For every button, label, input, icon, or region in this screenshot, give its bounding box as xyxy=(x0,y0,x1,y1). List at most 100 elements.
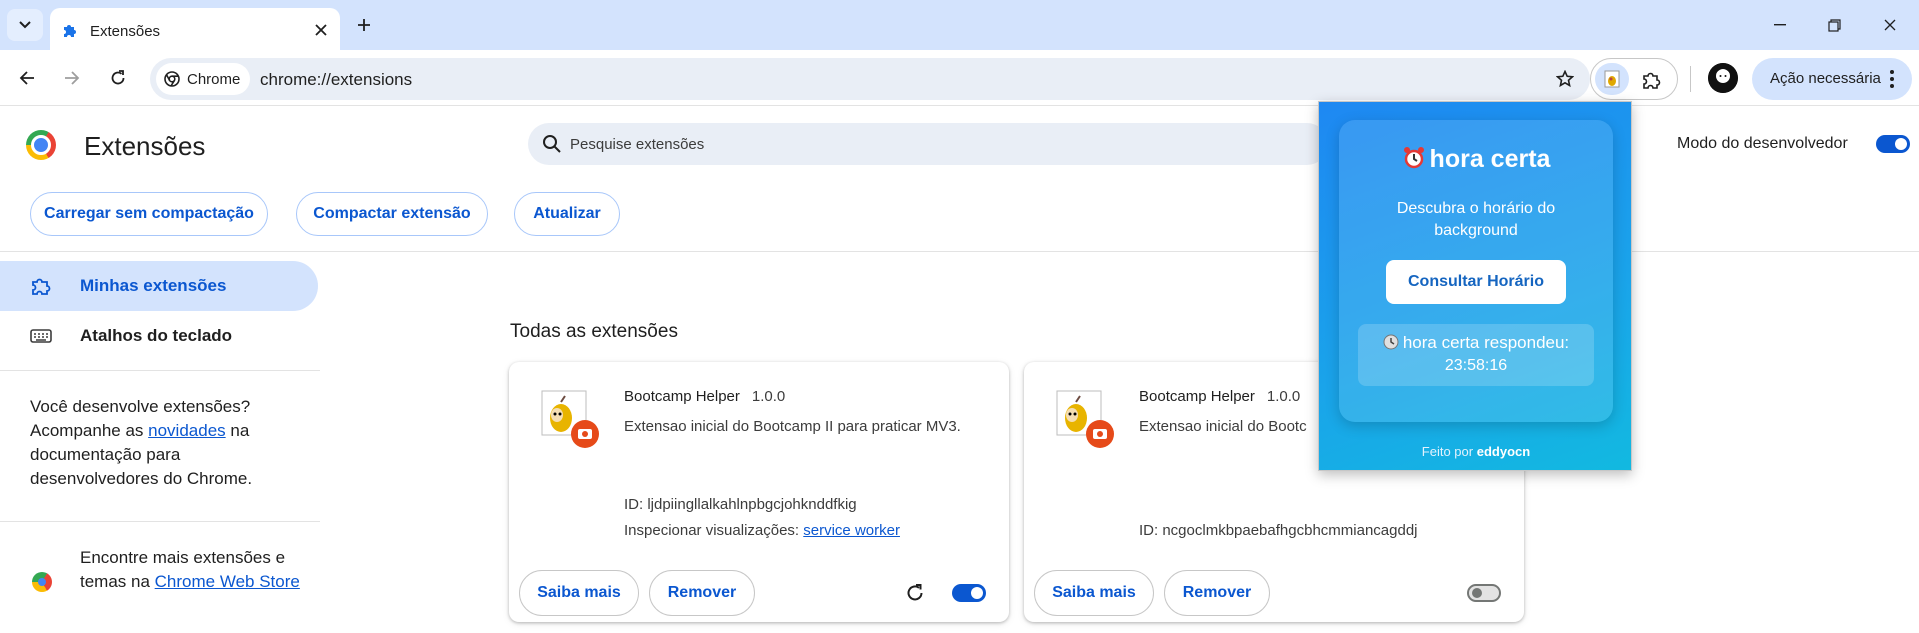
chrome-web-store-link[interactable]: Chrome Web Store xyxy=(155,572,300,591)
time-result: hora certa respondeu: 23:58:16 xyxy=(1358,324,1594,386)
site-chip-label: Chrome xyxy=(187,70,241,88)
extension-name: Bootcamp Helper 1.0.0 xyxy=(1139,388,1300,405)
restore-button[interactable] xyxy=(1814,10,1854,40)
inspect-views-label: Inspecionar visualizações: xyxy=(624,522,800,539)
result-label-text: hora certa respondeu: xyxy=(1402,333,1570,352)
close-icon xyxy=(1884,19,1896,31)
minimize-icon xyxy=(1774,24,1786,26)
tab-strip: Extensões xyxy=(0,0,1919,50)
load-unpacked-button[interactable]: Carregar sem compactação xyxy=(30,192,268,236)
result-time: 23:58:16 xyxy=(1444,357,1508,374)
extension-description: Extensao inicial do Bootc xyxy=(1139,418,1307,435)
developer-note: Você desenvolve extensões? Acompanhe as … xyxy=(30,395,300,491)
clock-icon xyxy=(1383,334,1399,350)
chevron-down-icon xyxy=(19,21,31,29)
popup-footer: Feito por eddyocn xyxy=(1319,444,1633,459)
plus-icon xyxy=(358,19,370,31)
restore-icon xyxy=(1827,18,1841,32)
footer-author: eddyocn xyxy=(1476,444,1531,459)
extension-icon xyxy=(1604,70,1620,88)
action-required-label: Ação necessária xyxy=(1770,70,1881,87)
extension-popup: hora certa Descubra o horário do backgro… xyxy=(1318,101,1632,471)
web-store-note: Encontre mais extensões e temas na Chrom… xyxy=(80,546,300,594)
dev-mode-toggle[interactable] xyxy=(1876,135,1910,153)
details-button[interactable]: Saiba mais xyxy=(1034,570,1154,616)
popup-title-text: hora certa xyxy=(1429,145,1551,173)
address-bar[interactable]: Chrome chrome://extensions xyxy=(150,58,1590,100)
sidebar-item-label: Minhas extensões xyxy=(80,276,227,295)
news-link[interactable]: novidades xyxy=(148,421,226,440)
details-button[interactable]: Saiba mais xyxy=(519,570,639,616)
sidebar-divider xyxy=(0,521,320,522)
extension-card: Bootcamp Helper 1.0.0 Extensao inicial do… xyxy=(509,362,1009,622)
footer-prefix: Feito por xyxy=(1421,444,1474,459)
extensions-icon xyxy=(30,275,52,297)
sidebar-item-label: Atalhos do teclado xyxy=(80,326,233,345)
popup-title: hora certa xyxy=(1339,145,1613,174)
sidebar-item-my-extensions[interactable]: Minhas extensões xyxy=(0,261,318,311)
tab-search-button[interactable] xyxy=(7,9,43,41)
hora-certa-extension-button[interactable] xyxy=(1595,63,1629,95)
extension-name: Bootcamp Helper 1.0.0 xyxy=(624,388,785,405)
tab-extensions[interactable]: Extensões xyxy=(50,8,340,50)
chrome-logo-icon xyxy=(26,130,56,160)
extensions-menu-button[interactable] xyxy=(1635,65,1667,95)
extension-logo xyxy=(1056,390,1114,448)
remove-button[interactable]: Remover xyxy=(1164,570,1270,616)
check-time-button[interactable]: Consultar Horário xyxy=(1386,260,1566,304)
chrome-web-store-icon xyxy=(32,572,52,592)
sidebar-item-keyboard-shortcuts[interactable]: Atalhos do teclado xyxy=(0,311,318,361)
back-arrow-icon xyxy=(19,71,34,85)
search-icon xyxy=(542,134,562,159)
new-tab-button[interactable] xyxy=(352,13,376,37)
alarm-clock-icon xyxy=(1403,147,1424,169)
chrome-logo-icon xyxy=(164,71,180,87)
service-worker-link[interactable]: service worker xyxy=(803,522,900,539)
reload-button[interactable] xyxy=(102,62,134,94)
minimize-button[interactable] xyxy=(1760,10,1800,40)
extension-id: ID: ncgoclmkbpaebafhgcbhcmmiancagddj xyxy=(1139,522,1418,539)
forward-arrow-icon xyxy=(65,71,80,85)
reload-icon xyxy=(111,70,125,85)
close-tab-icon[interactable] xyxy=(312,21,330,39)
update-button[interactable]: Atualizar xyxy=(514,192,620,236)
extensions-toolbar-group xyxy=(1590,58,1678,100)
toolbar-separator xyxy=(1690,66,1691,92)
profile-avatar[interactable] xyxy=(1708,63,1738,93)
pack-extension-button[interactable]: Compactar extensão xyxy=(296,192,488,236)
keyboard-icon xyxy=(30,325,52,347)
extension-logo xyxy=(541,390,599,448)
extension-name-text: Bootcamp Helper xyxy=(624,388,740,405)
avatar-image-icon xyxy=(1708,63,1738,93)
extension-enable-toggle[interactable] xyxy=(952,584,986,602)
action-required-button[interactable]: Ação necessária xyxy=(1752,58,1912,100)
extension-enable-toggle[interactable] xyxy=(1467,584,1501,602)
close-window-button[interactable] xyxy=(1870,10,1910,40)
remove-button[interactable]: Remover xyxy=(649,570,755,616)
more-vert-icon[interactable] xyxy=(1882,68,1902,90)
puzzle-piece-icon xyxy=(62,22,78,43)
puzzle-piece-icon xyxy=(1643,72,1661,89)
site-info-chip[interactable]: Chrome xyxy=(156,63,251,95)
forward-button[interactable] xyxy=(56,62,88,94)
browser-toolbar: Chrome chrome://extensions Ação necessár… xyxy=(0,50,1919,106)
extension-description: Extensao inicial do Bootcamp II para pra… xyxy=(624,418,961,435)
extension-version: 1.0.0 xyxy=(1266,388,1301,405)
extension-version: 1.0.0 xyxy=(751,388,786,405)
extension-id: ID: ljdpiingllalkahlnpbgcjohknddfkig xyxy=(624,496,857,513)
tab-title: Extensões xyxy=(90,23,161,40)
page-title: Extensões xyxy=(84,131,206,161)
sidebar-divider xyxy=(0,370,320,371)
search-input[interactable] xyxy=(570,132,1170,156)
url-text[interactable]: chrome://extensions xyxy=(260,70,412,90)
result-label: hora certa respondeu: xyxy=(1358,333,1594,353)
dev-mode-label: Modo do desenvolvedor xyxy=(1677,135,1848,152)
bookmark-star-icon[interactable] xyxy=(1554,68,1576,90)
back-button[interactable] xyxy=(11,62,43,94)
extension-name-text: Bootcamp Helper xyxy=(1139,388,1255,405)
popup-card: hora certa Descubra o horário do backgro… xyxy=(1339,120,1613,422)
section-title: Todas as extensões xyxy=(510,321,678,342)
extensions-search[interactable] xyxy=(528,123,1328,165)
popup-subtitle: Descubra o horário do background xyxy=(1396,200,1556,239)
reload-extension-icon[interactable] xyxy=(905,583,925,608)
